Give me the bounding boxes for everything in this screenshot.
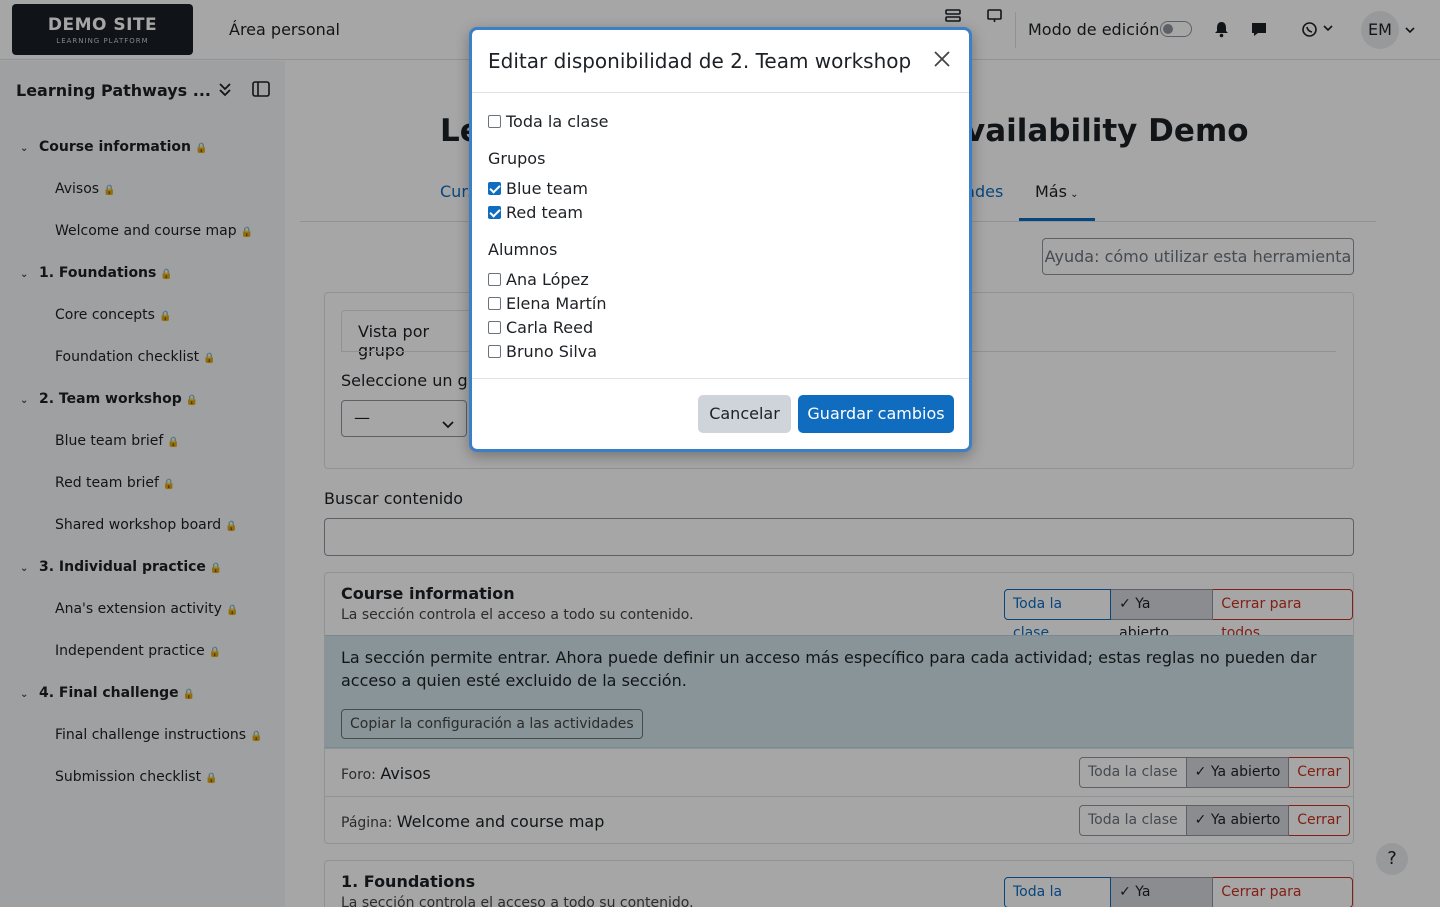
- group-checkbox-row[interactable]: Blue team: [488, 179, 588, 198]
- modal-header-divider: [472, 92, 969, 93]
- availability-modal: Editar disponibilidad de 2. Team worksho…: [469, 27, 972, 452]
- student-checkbox-row[interactable]: Bruno Silva: [488, 342, 597, 361]
- student-checkbox-row[interactable]: Ana López: [488, 270, 589, 289]
- modal-title: Editar disponibilidad de 2. Team worksho…: [488, 49, 912, 73]
- students-header: Alumnos: [488, 240, 558, 259]
- group-checkbox-row[interactable]: Red team: [488, 203, 583, 222]
- student-checkbox[interactable]: [488, 273, 501, 286]
- whole-class-checkbox-row[interactable]: Toda la clase: [488, 112, 608, 131]
- red-team-checkbox[interactable]: [488, 206, 501, 219]
- save-changes-button[interactable]: Guardar cambios: [798, 395, 954, 433]
- blue-team-checkbox[interactable]: [488, 182, 501, 195]
- student-checkbox-row[interactable]: Carla Reed: [488, 318, 593, 337]
- groups-header: Grupos: [488, 149, 546, 168]
- cancel-button[interactable]: Cancelar: [698, 395, 791, 433]
- modal-footer-divider: [472, 378, 969, 379]
- student-checkbox[interactable]: [488, 321, 501, 334]
- close-icon[interactable]: [932, 48, 952, 74]
- student-checkbox-row[interactable]: Elena Martín: [488, 294, 606, 313]
- whole-class-checkbox[interactable]: [488, 115, 501, 128]
- student-checkbox[interactable]: [488, 345, 501, 358]
- student-checkbox[interactable]: [488, 297, 501, 310]
